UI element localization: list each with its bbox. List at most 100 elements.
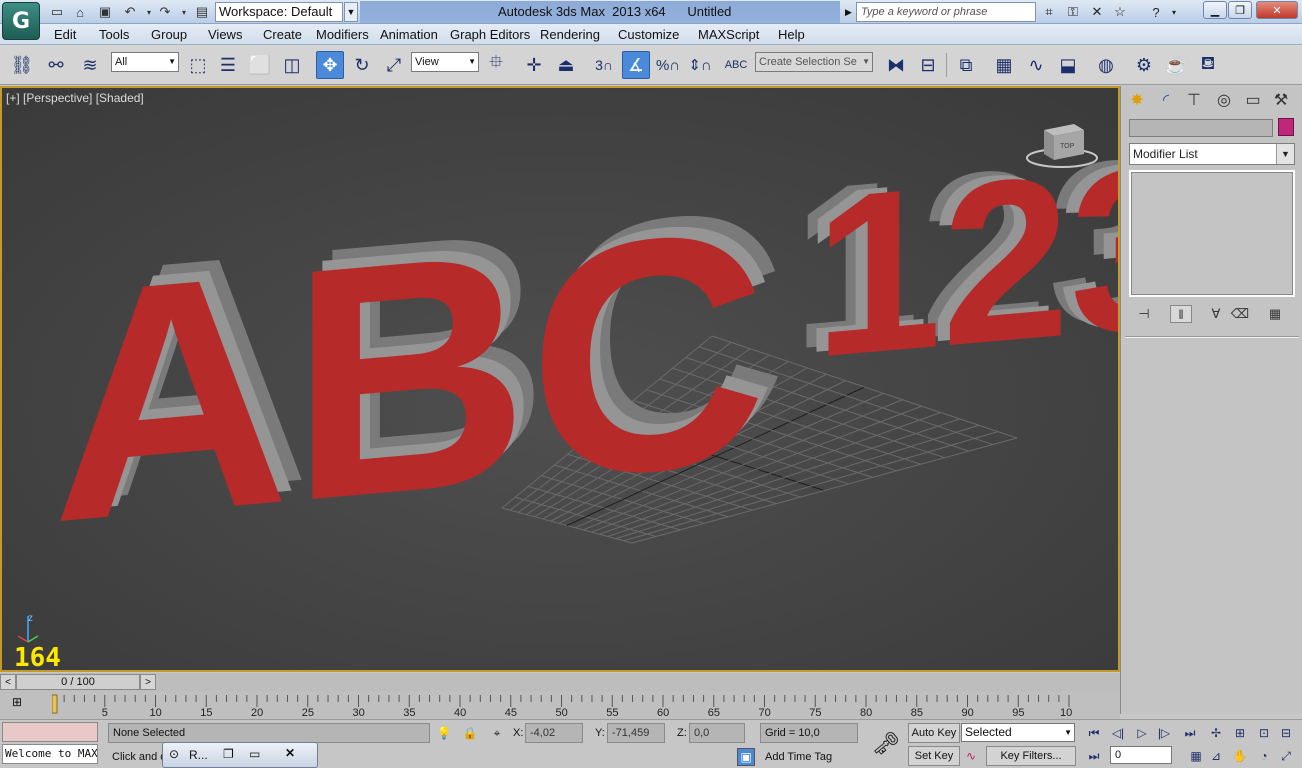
maxscript-output[interactable]: Welcome to MAXScript. [2, 744, 98, 764]
isolate-selection-icon[interactable]: 💡 [435, 724, 453, 742]
rendered-frame-window-icon[interactable]: ☕ [1162, 51, 1190, 79]
undo-icon[interactable]: ↶ [121, 3, 139, 21]
select-and-scale-icon[interactable]: ⤢ [380, 51, 408, 79]
time-tag-icon[interactable]: ▣ [737, 748, 755, 766]
show-end-result-icon[interactable]: ‖ [1170, 305, 1192, 323]
graphite-modeling-tools-icon[interactable]: ▦ [990, 51, 1018, 79]
menu-edit[interactable]: Edit [54, 27, 76, 42]
new-file-icon[interactable]: ▭ [48, 3, 66, 21]
menu-tools[interactable]: Tools [99, 27, 129, 42]
redo-dropdown-icon[interactable]: ▾ [175, 3, 193, 21]
auto-key-button[interactable]: Auto Key [908, 723, 960, 743]
current-frame-marker[interactable] [52, 694, 58, 714]
object-color-swatch[interactable] [1278, 118, 1294, 136]
search-input[interactable]: Type a keyword or phrase [856, 2, 1036, 22]
menu-customize[interactable]: Customize [618, 27, 679, 42]
schematic-view-icon[interactable]: ⬓ [1054, 51, 1082, 79]
menu-rendering[interactable]: Rendering [540, 27, 600, 42]
select-and-move-icon[interactable]: ✥ [316, 51, 344, 79]
select-and-manipulate-icon[interactable]: ✛ [520, 51, 548, 79]
key-tangent-icon[interactable]: ∿ [962, 747, 980, 765]
zoom-all-icon[interactable]: ⊞ [1230, 724, 1250, 742]
subscription-key-icon[interactable]: ⚿ [1063, 3, 1083, 21]
key-mode-toggle-icon[interactable]: ⏭ [1084, 747, 1104, 765]
save-file-icon[interactable]: ▣ [96, 3, 114, 21]
restore-button[interactable]: ❐ [1228, 1, 1252, 19]
task-close-icon[interactable]: ✕ [285, 746, 295, 760]
menu-modifiers[interactable]: Modifiers [316, 27, 369, 42]
perspective-viewport[interactable]: [+] [Perspective] [Shaded] ABC ABC ABC 1… [0, 86, 1120, 672]
previous-frame-button[interactable]: < [0, 674, 16, 690]
snaps-toggle-icon[interactable]: 3 ∩ [590, 51, 618, 79]
menu-animation[interactable]: Animation [380, 27, 438, 42]
curve-editor-icon[interactable]: ∿ [1022, 51, 1050, 79]
hierarchy-tab-icon[interactable]: ⊤ [1182, 89, 1206, 111]
go-to-start-icon[interactable]: ⏮ [1084, 724, 1104, 742]
layer-manager-icon[interactable]: ⧉ [952, 51, 980, 79]
workspace-dropdown-arrow-icon[interactable]: ▼ [344, 2, 358, 22]
track-ruler[interactable]: 5 10 15 20 25 30 35 40 45 50 55 60 65 70 75 80 85 90 95 100 [52, 691, 1072, 719]
spinner-snap-icon[interactable]: ⇕∩ [686, 51, 714, 79]
add-time-tag-button[interactable]: Add Time Tag [765, 751, 832, 763]
viewport-label[interactable]: [+] [Perspective] [Shaded] [6, 91, 144, 105]
rectangular-selection-icon[interactable]: ⬜ [246, 51, 274, 79]
render-setup-icon[interactable]: ⚙ [1130, 51, 1158, 79]
select-and-rotate-icon[interactable]: ↻ [348, 51, 376, 79]
key-filters-button[interactable]: Key Filters... [986, 746, 1076, 766]
zoom-icon[interactable]: ✢ [1206, 724, 1226, 742]
x-coordinate-field[interactable]: -4,02 [525, 723, 583, 743]
time-configuration-icon[interactable]: ▦ [1186, 747, 1206, 765]
select-by-name-icon[interactable]: ☰ [214, 51, 242, 79]
named-selection-sets-dropdown[interactable]: Create Selection Se ▼ [755, 52, 873, 72]
task-maximize-icon[interactable]: ▭ [249, 747, 260, 761]
select-and-link-icon[interactable]: ⛓ [8, 51, 36, 79]
motion-tab-icon[interactable]: ◎ [1212, 89, 1236, 111]
pivot-center-icon[interactable]: ⯐ [482, 51, 510, 79]
go-to-end-icon[interactable]: ⏭ [1180, 724, 1200, 742]
render-production-icon[interactable]: ⛾ [1194, 51, 1222, 79]
search-expand-icon[interactable]: ▶ [845, 2, 856, 22]
zoom-extents-icon[interactable]: ⊡ [1254, 724, 1274, 742]
percent-snap-icon[interactable]: %∩ [654, 51, 682, 79]
task-restore-icon[interactable]: ❐ [223, 747, 234, 761]
material-editor-icon[interactable]: ◍ [1092, 51, 1120, 79]
y-coordinate-field[interactable]: -71,459 [607, 723, 665, 743]
configure-modifier-sets-icon[interactable]: ▦ [1264, 305, 1286, 323]
remove-modifier-icon[interactable]: ⌫ [1229, 305, 1251, 323]
menu-views[interactable]: Views [208, 27, 242, 42]
close-button[interactable]: ✕ [1256, 1, 1298, 19]
minimize-button[interactable]: ▁ [1203, 1, 1227, 19]
next-frame-button[interactable]: > [140, 674, 156, 690]
absolute-relative-transform-icon[interactable]: ⌖ [488, 724, 506, 742]
mini-curve-editor-icon[interactable]: ⊞ [12, 695, 32, 711]
edit-named-selection-icon[interactable]: ABC [722, 51, 750, 79]
key-mode-dropdown[interactable]: Selected ▼ [961, 723, 1075, 742]
menu-help[interactable]: Help [778, 27, 805, 42]
redo-icon[interactable]: ↷ [156, 3, 174, 21]
field-of-view-icon[interactable]: ⊿ [1206, 747, 1226, 765]
current-frame-field[interactable]: 0 [1110, 746, 1172, 764]
pan-view-icon[interactable]: ✋ [1230, 747, 1250, 765]
maximize-viewport-icon[interactable]: ⤢ [1276, 747, 1296, 765]
project-folder-icon[interactable]: ▤ [193, 3, 211, 21]
make-unique-icon[interactable]: ∀ [1205, 305, 1227, 323]
menu-graph-editors[interactable]: Graph Editors [450, 27, 530, 42]
window-crossing-icon[interactable]: ◫ [278, 51, 306, 79]
set-key-button[interactable]: Set Key [908, 746, 960, 766]
modify-tab-icon[interactable]: ◜ [1154, 89, 1178, 111]
unlink-selection-icon[interactable]: ⚯ [42, 51, 70, 79]
keyboard-shortcut-override-icon[interactable]: ⏏ [552, 51, 580, 79]
menu-create[interactable]: Create [263, 27, 302, 42]
modifier-stack[interactable] [1129, 170, 1295, 297]
pin-stack-icon[interactable]: ⊣ [1133, 305, 1155, 323]
selection-lock-icon[interactable]: 🔒 [461, 724, 479, 742]
help-dropdown-icon[interactable]: ▾ [1164, 3, 1184, 21]
time-slider-thumb[interactable]: 0 / 100 [16, 674, 140, 690]
menu-maxscript[interactable]: MAXScript [698, 27, 759, 42]
align-icon[interactable]: ⊟ [914, 51, 942, 79]
play-animation-icon[interactable]: ▷ [1132, 724, 1152, 742]
modifier-list-dropdown[interactable]: Modifier List ▼ [1129, 143, 1295, 165]
application-button-icon[interactable]: G [2, 2, 40, 40]
open-file-icon[interactable]: ⌂ [71, 3, 89, 21]
object-name-field[interactable] [1129, 119, 1273, 137]
